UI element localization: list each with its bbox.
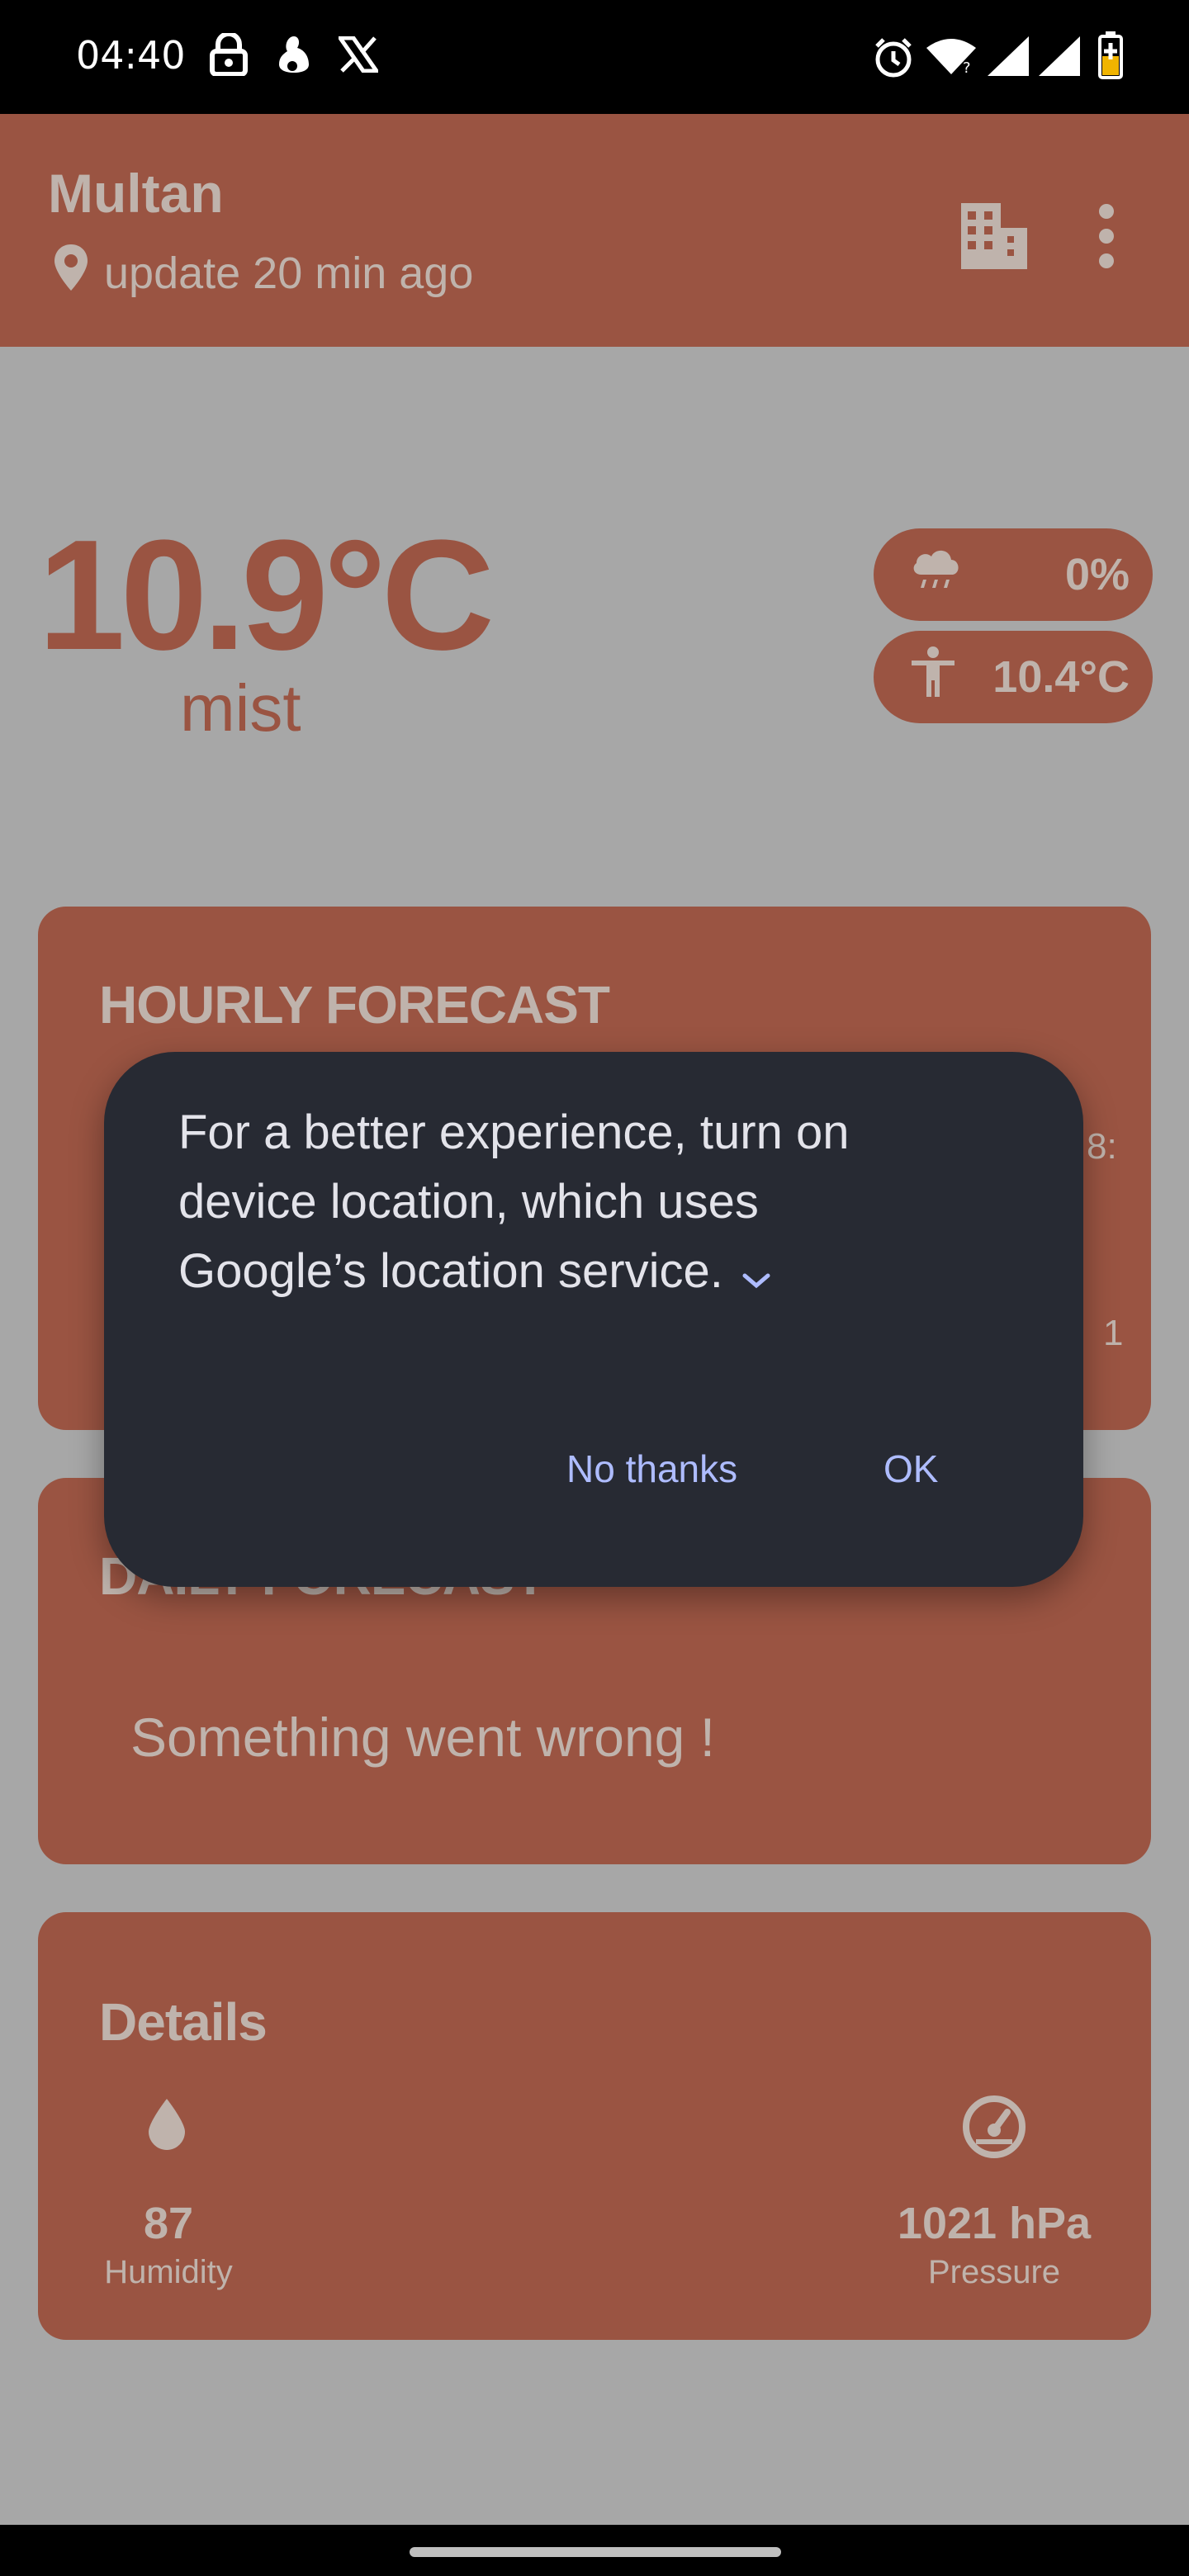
pressure-label: Pressure — [927, 2254, 1061, 2290]
expand-chevron-icon[interactable] — [741, 1240, 771, 1309]
daily-error-message: Something went wrong ! — [130, 1707, 716, 1768]
update-text: update 20 min ago — [104, 248, 474, 298]
person-icon — [910, 646, 956, 709]
x-logo-icon — [339, 36, 378, 73]
more-vert-icon[interactable] — [1097, 203, 1116, 273]
hourly-temp-peek: 1 — [1103, 1313, 1124, 1353]
city-buildings-icon[interactable] — [959, 200, 1029, 275]
svg-text:?: ? — [963, 59, 971, 76]
wifi-icon: ? — [925, 36, 978, 76]
current-temperature: 10.9°C — [38, 508, 495, 683]
city-name: Multan — [48, 163, 224, 224]
current-condition: mist — [180, 671, 301, 745]
hourly-time-peek: 8: — [1087, 1126, 1117, 1167]
battery-charging-icon — [1098, 31, 1123, 79]
status-time: 04:40 — [76, 33, 186, 78]
signal-icon — [1039, 36, 1082, 76]
humidity-value: 87 — [143, 2199, 194, 2248]
rain-cloud-icon — [910, 545, 963, 605]
humidity-label: Humidity — [104, 2254, 233, 2290]
feels-like-value: 10.4°C — [992, 652, 1130, 702]
update-status: update 20 min ago — [53, 243, 473, 303]
pressure-gauge-icon — [961, 2094, 1027, 2164]
ok-button[interactable]: OK — [883, 1447, 938, 1491]
no-thanks-button[interactable]: No thanks — [566, 1447, 737, 1491]
home-gesture-handle[interactable] — [410, 2547, 781, 2557]
signal-icon — [988, 36, 1030, 76]
dialog-message: For a better experience, turn on device … — [178, 1098, 921, 1309]
precipitation-value: 0% — [1064, 550, 1130, 599]
details-title: Details — [99, 1992, 268, 2052]
feels-like-chip: 10.4°C — [874, 631, 1153, 723]
location-pin-icon — [53, 243, 104, 303]
lock-icon — [210, 33, 248, 76]
app-notification-icon — [276, 33, 314, 76]
pressure-value: 1021 hPa — [897, 2199, 1092, 2248]
hourly-forecast-title: HOURLY FORECAST — [99, 975, 610, 1035]
water-drop-icon — [145, 2097, 188, 2156]
alarm-icon — [872, 36, 915, 79]
precipitation-chip: 0% — [874, 528, 1153, 621]
